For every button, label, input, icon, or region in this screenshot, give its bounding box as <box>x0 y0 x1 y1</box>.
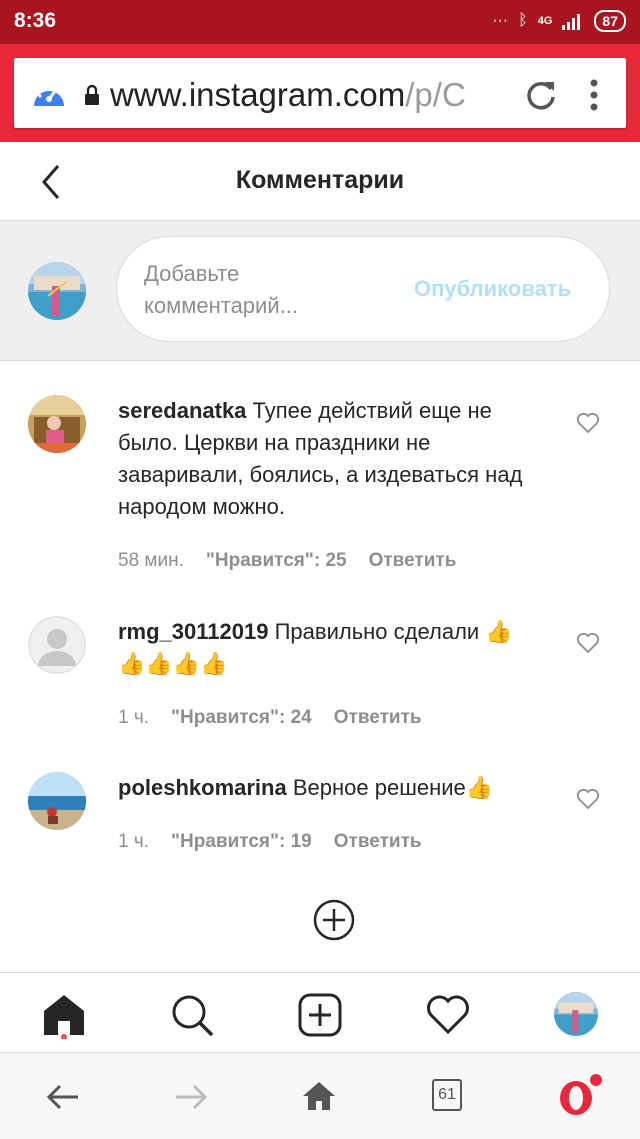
arrow-right-icon[interactable] <box>174 1083 208 1111</box>
reload-icon[interactable] <box>524 78 558 112</box>
commenter-avatar-placeholder[interactable] <box>28 616 86 674</box>
battery-indicator: 87 <box>594 10 626 32</box>
network-type: 4G <box>537 15 553 27</box>
publish-button[interactable]: Опубликовать <box>414 276 571 302</box>
bottom-navigation <box>0 973 640 1053</box>
home-icon[interactable] <box>42 993 86 1039</box>
comment-time: 58 мин. <box>118 550 184 571</box>
comment-likes[interactable]: "Нравится": 24 <box>171 707 312 729</box>
page-title: Комментарии <box>235 166 405 194</box>
reply-button[interactable]: Ответить <box>334 707 422 729</box>
status-time: 8:36 <box>14 9 57 32</box>
opera-icon[interactable] <box>556 1073 604 1119</box>
user-avatar <box>28 262 86 320</box>
speed-dial-icon[interactable] <box>32 80 66 110</box>
new-post-icon[interactable] <box>298 993 342 1037</box>
status-icons: ··· ᛒ 4G 87 <box>492 10 626 32</box>
url-text[interactable]: www.instagram.com/p/C <box>110 76 500 114</box>
commenter-avatar[interactable] <box>28 395 86 453</box>
comment-meta: 1 ч. "Нравится": 19 Ответить <box>118 831 422 853</box>
signal-icon <box>562 14 581 30</box>
reply-button[interactable]: Ответить <box>334 831 422 853</box>
reply-button[interactable]: Ответить <box>369 550 457 572</box>
comment-item: seredanatka Тупее действий еще не было. … <box>0 380 640 580</box>
bluetooth-icon: ᛒ <box>518 12 528 29</box>
profile-avatar[interactable] <box>554 992 598 1036</box>
home-icon[interactable] <box>302 1081 336 1111</box>
comment-body: poleshkomarina Верное решение👍 <box>118 772 538 804</box>
more-dots-icon: ··· <box>492 12 509 29</box>
lock-icon <box>85 84 99 105</box>
comment-text: Верное решение👍 <box>292 775 494 800</box>
url-host: www.instagram.com <box>110 76 406 113</box>
like-heart-icon[interactable] <box>576 788 600 810</box>
comment-time: 1 ч. <box>118 831 150 852</box>
comment-item: poleshkomarina Верное решение👍 1 ч. "Нра… <box>0 756 640 866</box>
comment-body: rmg_30112019 Правильно сделали 👍👍👍👍👍 <box>118 616 538 680</box>
tabs-icon[interactable]: 61 <box>432 1079 462 1111</box>
search-icon[interactable] <box>170 993 214 1037</box>
comment-likes[interactable]: "Нравится": 19 <box>171 831 312 853</box>
like-heart-icon[interactable] <box>576 412 600 434</box>
comment-item: rmg_30112019 Правильно сделали 👍👍👍👍👍 1 ч… <box>0 600 640 740</box>
comment-placeholder[interactable]: Добавьте комментарий... <box>144 258 384 322</box>
comment-likes[interactable]: "Нравится": 25 <box>206 550 347 572</box>
activity-heart-icon[interactable] <box>426 995 470 1035</box>
comment-username[interactable]: poleshkomarina <box>118 775 287 800</box>
like-heart-icon[interactable] <box>576 632 600 654</box>
comment-meta: 58 мин. "Нравится": 25 Ответить <box>118 550 456 572</box>
comment-username[interactable]: rmg_30112019 <box>118 619 268 644</box>
status-bar: 8:36 ··· ᛒ 4G 87 <box>0 0 640 44</box>
kebab-menu-icon[interactable] <box>584 78 604 112</box>
comment-username[interactable]: seredanatka <box>118 398 246 423</box>
browser-bottom-bar: 61 <box>0 1052 640 1139</box>
arrow-left-icon[interactable] <box>46 1083 80 1111</box>
comment-body: seredanatka Тупее действий еще не было. … <box>118 395 538 523</box>
comment-meta: 1 ч. "Нравится": 24 Ответить <box>118 707 422 729</box>
load-more-plus-circle-icon[interactable] <box>312 898 356 942</box>
comment-time: 1 ч. <box>118 707 150 728</box>
url-path: /p/C <box>405 76 466 113</box>
commenter-avatar[interactable] <box>28 772 86 830</box>
